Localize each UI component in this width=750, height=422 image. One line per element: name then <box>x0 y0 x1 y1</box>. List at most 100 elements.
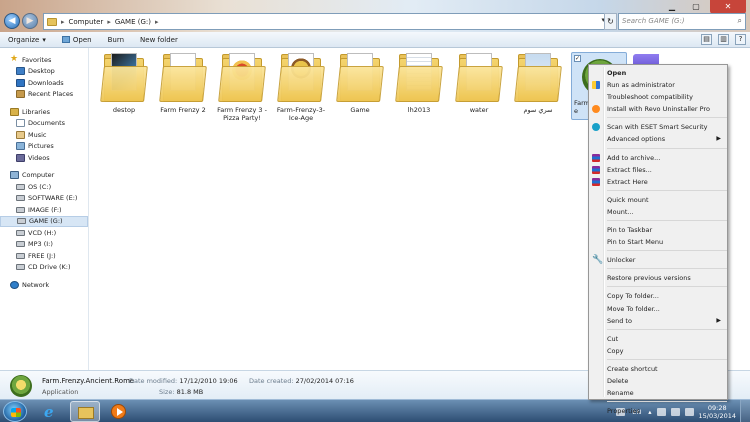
folder-item[interactable]: سري سوم <box>509 52 567 114</box>
menu-item-label: Troubleshoot compatibility <box>607 93 693 102</box>
computer-icon <box>10 171 19 180</box>
nav-item-documents[interactable]: Documents <box>0 118 88 130</box>
menu-item-label: Rename <box>607 389 634 398</box>
checkbox[interactable]: ✓ <box>574 55 581 62</box>
nav-libraries[interactable]: Libraries <box>0 106 88 118</box>
menu-item-create-shortcut[interactable]: Create shortcut <box>589 363 727 375</box>
close-button[interactable]: ✕ <box>710 0 746 14</box>
menu-item-copy[interactable]: Copy <box>589 345 727 357</box>
search-input[interactable]: Search GAME (G:) ⌕ <box>618 13 746 30</box>
search-icon[interactable]: ⌕ <box>738 16 742 26</box>
taskbar-media-player[interactable] <box>104 401 134 422</box>
menu-item-add-to-archive[interactable]: Add to archive... <box>589 152 727 164</box>
menu-item-advanced-options[interactable]: Advanced options ▶ <box>589 133 727 145</box>
documents-icon <box>16 119 25 128</box>
nav-drive-j[interactable]: FREE (J:) <box>0 250 88 262</box>
forward-button[interactable]: ▶ <box>22 13 38 29</box>
menu-item-troubleshoot-compatibility[interactable]: Troubleshoot compatibility <box>589 91 727 103</box>
title-bar: ▁ ▢ ✕ ◀ ▶ ▸ Computer ▸ GAME (G:) ▸ ▾ ↻ S… <box>0 0 750 32</box>
nav-drive-h[interactable]: VCD (H:) <box>0 227 88 239</box>
music-icon <box>16 130 25 139</box>
nav-label: Videos <box>28 153 50 162</box>
drive-icon <box>16 252 25 259</box>
eset-icon <box>592 123 600 132</box>
menu-item-open[interactable]: Open <box>589 67 727 79</box>
menu-item-scan-with-eset-smart-security[interactable]: Scan with ESET Smart Security <box>589 121 727 133</box>
nav-drive-k[interactable]: CD Drive (K:) <box>0 262 88 274</box>
nav-drive-f[interactable]: IMAGE (F:) <box>0 204 88 216</box>
menu-item-install-with-revo-uninstaller-pro[interactable]: Install with Revo Uninstaller Pro <box>589 103 727 115</box>
new-folder-label: New folder <box>140 35 178 44</box>
menu-item-quick-mount[interactable]: Quick mount <box>589 194 727 206</box>
help-icon[interactable]: ? <box>735 34 746 45</box>
menu-item-label: Mount... <box>607 207 634 216</box>
videos-icon <box>16 153 25 162</box>
menu-item-pin-to-taskbar[interactable]: Pin to Taskbar <box>589 224 727 236</box>
menu-item-extract-here[interactable]: Extract Here <box>589 176 727 188</box>
open-button[interactable]: Open <box>54 32 100 48</box>
folder-item[interactable]: destop <box>95 52 153 114</box>
nav-item-downloads[interactable]: Downloads <box>0 77 88 89</box>
organize-button[interactable]: Organize ▾ <box>0 32 54 48</box>
menu-item-send-to[interactable]: Send to ▶ <box>589 315 727 327</box>
drive-icon <box>16 229 25 236</box>
menu-item-extract-files[interactable]: Extract files... <box>589 164 727 176</box>
back-button[interactable]: ◀ <box>4 13 20 29</box>
menu-item-pin-to-start-menu[interactable]: Pin to Start Menu <box>589 236 727 248</box>
nav-drive-e[interactable]: SOFTWARE (E:) <box>0 193 88 205</box>
menu-item-delete[interactable]: Delete <box>589 375 727 387</box>
nav-label: Favorites <box>22 55 52 64</box>
menu-item-move-to-folder[interactable]: Move To folder... <box>589 303 727 315</box>
menu-item-copy-to-folder[interactable]: Copy To folder... <box>589 290 727 302</box>
burn-button[interactable]: Burn <box>100 32 132 48</box>
breadcrumb-separator: ▸ <box>155 17 159 26</box>
menu-item-mount[interactable]: Mount... <box>589 206 727 218</box>
folder-item[interactable]: water <box>450 52 508 114</box>
nav-drive-g[interactable]: GAME (G:) <box>0 215 88 227</box>
nav-network[interactable]: Network <box>0 279 88 291</box>
nav-computer[interactable]: Computer <box>0 170 88 182</box>
folder-icon <box>336 52 384 102</box>
minimize-button[interactable]: ▁ <box>660 0 684 14</box>
preview-pane-icon[interactable]: ▥ <box>718 34 729 45</box>
menu-item-restore-previous-versions[interactable]: Restore previous versions <box>589 272 727 284</box>
menu-item-cut[interactable]: Cut <box>589 333 727 345</box>
start-button[interactable] <box>3 401 27 422</box>
breadcrumb-drive[interactable]: GAME (G:) <box>115 18 151 26</box>
nav-favorites[interactable]: ★ Favorites <box>0 54 88 66</box>
menu-item-label: Pin to Taskbar <box>607 226 653 235</box>
maximize-button[interactable]: ▢ <box>684 0 708 14</box>
show-desktop-button[interactable] <box>740 400 750 422</box>
menu-item-run-as-administrator[interactable]: Run as administrator <box>589 79 727 91</box>
folder-item[interactable]: Farm Frenzy 2 <box>154 52 212 114</box>
menu-item-unlocker[interactable]: 🔧 Unlocker <box>589 254 727 266</box>
nav-drive-i[interactable]: MP3 (I:) <box>0 239 88 251</box>
nav-item-recent-places[interactable]: Recent Places <box>0 89 88 101</box>
menu-item-properties[interactable]: Properties <box>589 405 727 417</box>
command-bar: Organize ▾ Open Burn New folder ▤ ▥ ? <box>0 32 750 48</box>
menu-item-label: Add to archive... <box>607 153 661 162</box>
refresh-button[interactable]: ↻ <box>604 13 617 30</box>
menu-item-label: Properties <box>607 407 640 416</box>
folder-item[interactable]: lh2013 <box>390 52 448 114</box>
new-folder-button[interactable]: New folder <box>132 32 186 48</box>
breadcrumb-computer[interactable]: Computer <box>69 18 104 26</box>
modified-label: Date modified: <box>129 377 178 385</box>
menu-item-rename[interactable]: Rename <box>589 387 727 399</box>
folder-item[interactable]: Farm-Frenzy-3-Ice-Age <box>272 52 330 122</box>
nav-drive-c[interactable]: OS (C:) <box>0 181 88 193</box>
view-options-icon[interactable]: ▤ <box>701 34 712 45</box>
nav-item-pictures[interactable]: Pictures <box>0 141 88 153</box>
folder-icon <box>455 52 503 102</box>
taskbar-internet-explorer[interactable]: e <box>36 401 66 422</box>
revo-uninstaller-icon <box>592 105 600 114</box>
address-bar[interactable]: ▸ Computer ▸ GAME (G:) ▸ ▾ <box>43 13 608 30</box>
nav-item-music[interactable]: Music <box>0 129 88 141</box>
nav-item-desktop[interactable]: Desktop <box>0 66 88 78</box>
breadcrumb-separator: ▸ <box>107 17 111 26</box>
taskbar-explorer[interactable] <box>70 401 100 422</box>
pictures-icon <box>16 142 25 151</box>
nav-item-videos[interactable]: Videos <box>0 152 88 164</box>
folder-item[interactable]: Farm Frenzy 3 - Pizza Party! <box>213 52 271 122</box>
folder-item[interactable]: Game <box>331 52 389 114</box>
